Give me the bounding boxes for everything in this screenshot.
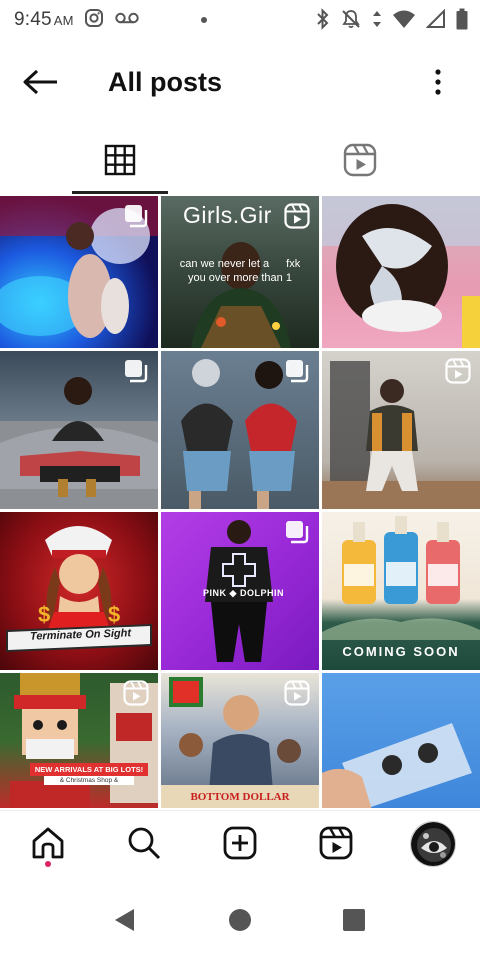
home-notification-dot	[45, 861, 51, 867]
plus-square-icon	[222, 825, 258, 866]
carousel-icon	[284, 519, 310, 550]
post-tile[interactable]: BOTTOM DOLLAR	[161, 673, 319, 808]
more-options-button[interactable]	[426, 66, 450, 102]
page-title: All posts	[108, 67, 223, 97]
selected-tab-indicator	[72, 191, 168, 194]
reels-icon	[318, 825, 354, 866]
system-back-button[interactable]	[106, 904, 142, 940]
reel-icon	[445, 358, 471, 389]
post-caption-line-1-start: can we never let a	[179, 258, 270, 270]
post-banner-subtext: & Christmas Shop &	[44, 776, 134, 785]
content-tabs	[0, 130, 480, 196]
home-icon	[30, 825, 66, 866]
signal-icon	[426, 9, 446, 29]
battery-icon	[456, 8, 468, 30]
post-tile[interactable]	[0, 351, 158, 509]
system-navigation-bar	[0, 880, 480, 960]
post-tile[interactable]	[161, 351, 319, 509]
recents-square-icon	[343, 908, 365, 936]
system-recents-button[interactable]	[336, 904, 372, 940]
instagram-icon	[84, 8, 104, 33]
status-right	[316, 8, 468, 30]
post-tile[interactable]	[322, 673, 480, 808]
home-circle-icon	[228, 908, 252, 937]
more-vertical-icon	[435, 68, 441, 100]
posts-grid: Girls.Gir can we never let a fxk you ove…	[0, 196, 480, 808]
tab-reels[interactable]	[312, 130, 408, 194]
back-button[interactable]	[18, 64, 62, 104]
post-tile[interactable]: Girls.Gir can we never let a fxk you ove…	[161, 196, 319, 348]
profile-avatar[interactable]	[410, 821, 456, 867]
data-arrows-icon	[372, 9, 382, 29]
header: All posts	[0, 48, 480, 118]
voicemail-icon	[114, 10, 140, 31]
post-brand-text-2: DOLPHIN	[239, 588, 284, 598]
post-brand-text-1: PINK	[203, 588, 227, 598]
post-caption-line-1-end: fxk	[286, 258, 301, 270]
post-tile[interactable]	[322, 196, 480, 348]
status-left: 9:45 AM	[14, 8, 140, 33]
post-coming-soon-text: COMING SOON	[342, 644, 460, 659]
post-tile[interactable]: PINK ◆ DOLPHIN	[161, 512, 319, 670]
status-ampm: AM	[53, 13, 74, 28]
nav-home[interactable]	[28, 825, 68, 865]
post-tile[interactable]	[322, 351, 480, 509]
svg-text:$: $	[38, 602, 50, 627]
carousel-icon	[284, 358, 310, 389]
mute-icon	[340, 8, 362, 30]
back-triangle-icon	[112, 907, 136, 938]
reel-icon	[123, 680, 149, 711]
post-tile[interactable]: COMING SOON	[322, 512, 480, 670]
post-banner-text: NEW ARRIVALS AT BIG LOTS!	[30, 763, 148, 776]
post-caption-line-2: you over more than 1	[188, 272, 292, 284]
nav-reels[interactable]	[316, 825, 356, 865]
post-tile[interactable]: $ $ Terminate On Sight	[0, 512, 158, 670]
wifi-icon	[392, 9, 416, 29]
carousel-icon	[123, 203, 149, 234]
reel-icon	[284, 680, 310, 711]
post-banner-text: BOTTOM DOLLAR	[190, 791, 290, 803]
bottom-nav	[0, 810, 480, 878]
post-tile[interactable]: NEW ARRIVALS AT BIG LOTS! & Christmas Sh…	[0, 673, 158, 808]
status-clock: 9:45	[14, 9, 52, 30]
nav-create[interactable]	[220, 825, 260, 865]
status-bar: 9:45 AM	[0, 0, 480, 40]
svg-text:$: $	[108, 602, 120, 627]
nav-search[interactable]	[124, 825, 164, 865]
notification-dot-icon	[201, 17, 207, 23]
post-tile[interactable]	[0, 196, 158, 348]
grid-icon	[104, 144, 136, 181]
system-home-button[interactable]	[222, 904, 258, 940]
post-caption-line-1: can we never let a fxk	[167, 258, 313, 270]
post-caption-title: Girls.Gir	[183, 202, 272, 228]
reels-icon	[343, 143, 377, 182]
reel-icon	[284, 203, 310, 234]
bluetooth-icon	[316, 8, 330, 30]
search-icon	[126, 825, 162, 866]
carousel-icon	[123, 358, 149, 389]
tab-posts-grid[interactable]	[72, 130, 168, 194]
status-time: 9:45 AM	[14, 9, 74, 31]
arrow-left-icon	[21, 68, 59, 101]
post-brand-text: PINK ◆ DOLPHIN	[203, 588, 284, 598]
